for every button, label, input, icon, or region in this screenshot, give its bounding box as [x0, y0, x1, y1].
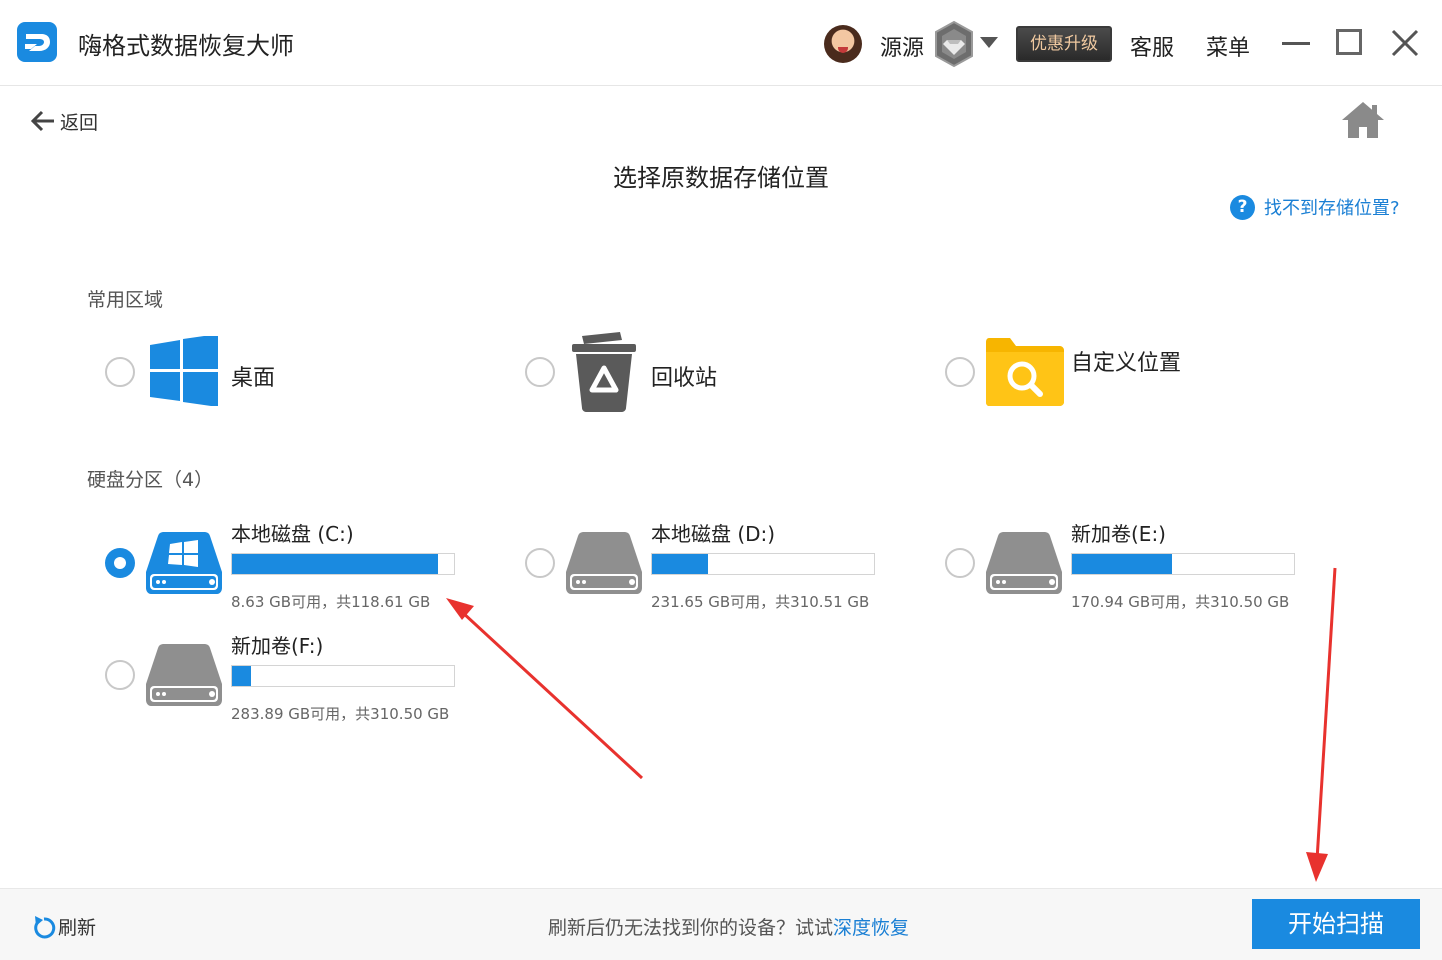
- drive-f-usage-bar: [231, 665, 455, 687]
- drive-e-name[interactable]: 新加卷(E:): [1071, 518, 1166, 547]
- upgrade-button[interactable]: 优惠升级: [1016, 26, 1112, 62]
- vip-badge-icon[interactable]: [932, 20, 976, 68]
- back-label: 返回: [60, 111, 99, 134]
- menu-button[interactable]: 菜单: [1206, 30, 1250, 62]
- start-scan-button[interactable]: 开始扫描: [1252, 899, 1420, 949]
- customer-service-button[interactable]: 客服: [1130, 30, 1174, 62]
- refresh-icon: [34, 915, 56, 938]
- custom-location-label[interactable]: 自定义位置: [1071, 345, 1181, 377]
- folder-search-icon[interactable]: [984, 338, 1064, 406]
- app-logo-icon: [17, 22, 57, 62]
- close-icon[interactable]: [1390, 28, 1420, 58]
- hard-drive-icon[interactable]: [564, 532, 644, 594]
- drive-e-usage-fill: [1072, 554, 1172, 574]
- app-window: 嗨格式数据恢复大师 源源 优惠升级 客服 菜单 返回 选择原数据存储位置 ? 找…: [0, 0, 1442, 960]
- drive-e-radio[interactable]: [945, 548, 975, 578]
- desktop-radio[interactable]: [105, 357, 135, 387]
- username[interactable]: 源源: [880, 30, 924, 62]
- recycle-bin-label[interactable]: 回收站: [651, 360, 717, 392]
- help-link[interactable]: ? 找不到存储位置?: [1230, 194, 1400, 220]
- annotation-arrows: [446, 567, 1337, 882]
- hard-drive-icon[interactable]: [984, 532, 1064, 594]
- drive-c-name[interactable]: 本地磁盘 (C:): [231, 518, 354, 547]
- app-title: 嗨格式数据恢复大师: [78, 32, 294, 60]
- title-bar: 嗨格式数据恢复大师 源源 优惠升级 客服 菜单: [0, 0, 1442, 86]
- drive-c-usage-bar: [231, 553, 455, 575]
- recycle-bin-icon[interactable]: [570, 332, 638, 412]
- footer-hint: 刷新后仍无法找到你的设备？试试深度恢复: [548, 913, 909, 940]
- annotation-arrow-drive: [446, 598, 644, 780]
- drive-f-usage-fill: [232, 666, 252, 686]
- back-button[interactable]: 返回: [30, 108, 98, 134]
- system-drive-icon[interactable]: [144, 532, 224, 594]
- footer-hint-text: 刷新后仍无法找到你的设备？试试: [548, 917, 834, 939]
- help-link-text: 找不到存储位置?: [1264, 198, 1400, 219]
- drive-d-name[interactable]: 本地磁盘 (D:): [651, 518, 775, 547]
- help-icon: ?: [1230, 194, 1255, 220]
- minimize-icon[interactable]: [1282, 42, 1310, 45]
- custom-location-radio[interactable]: [945, 357, 975, 387]
- drive-e-space: 170.94 GB可用，共310.50 GB: [1071, 593, 1290, 611]
- page-title: 选择原数据存储位置: [613, 164, 829, 192]
- common-section-label: 常用区域: [87, 289, 164, 311]
- drive-d-usage-bar: [651, 553, 875, 575]
- drive-f-space: 283.89 GB可用，共310.50 GB: [231, 705, 450, 723]
- refresh-label: 刷新: [58, 917, 97, 939]
- drive-c-space: 8.63 GB可用，共118.61 GB: [231, 593, 431, 611]
- arrow-left-icon: [30, 110, 54, 132]
- drive-d-usage-fill: [652, 554, 709, 574]
- drive-c-usage-fill: [232, 554, 438, 574]
- footer-bar: 刷新 刷新后仍无法找到你的设备？试试深度恢复 开始扫描: [0, 888, 1442, 960]
- maximize-icon[interactable]: [1336, 29, 1362, 55]
- drive-d-radio[interactable]: [525, 548, 555, 578]
- drive-d-space: 231.65 GB可用，共310.51 GB: [651, 593, 870, 611]
- drive-f-radio[interactable]: [105, 660, 135, 690]
- windows-icon[interactable]: [150, 336, 218, 406]
- chevron-down-icon[interactable]: [980, 37, 998, 48]
- disk-section-label: 硬盘分区（4）: [87, 469, 214, 491]
- user-avatar[interactable]: [824, 25, 862, 63]
- hard-drive-icon[interactable]: [144, 644, 224, 706]
- recycle-bin-radio[interactable]: [525, 357, 555, 387]
- drive-c-radio[interactable]: [105, 548, 135, 578]
- annotation-arrow-scan: [1306, 567, 1337, 882]
- drive-e-usage-bar: [1071, 553, 1295, 575]
- home-icon[interactable]: [1340, 100, 1386, 140]
- deep-recover-link[interactable]: 深度恢复: [833, 917, 909, 939]
- desktop-label[interactable]: 桌面: [231, 360, 275, 392]
- drive-f-name[interactable]: 新加卷(F:): [231, 630, 323, 659]
- refresh-button[interactable]: 刷新: [32, 913, 96, 940]
